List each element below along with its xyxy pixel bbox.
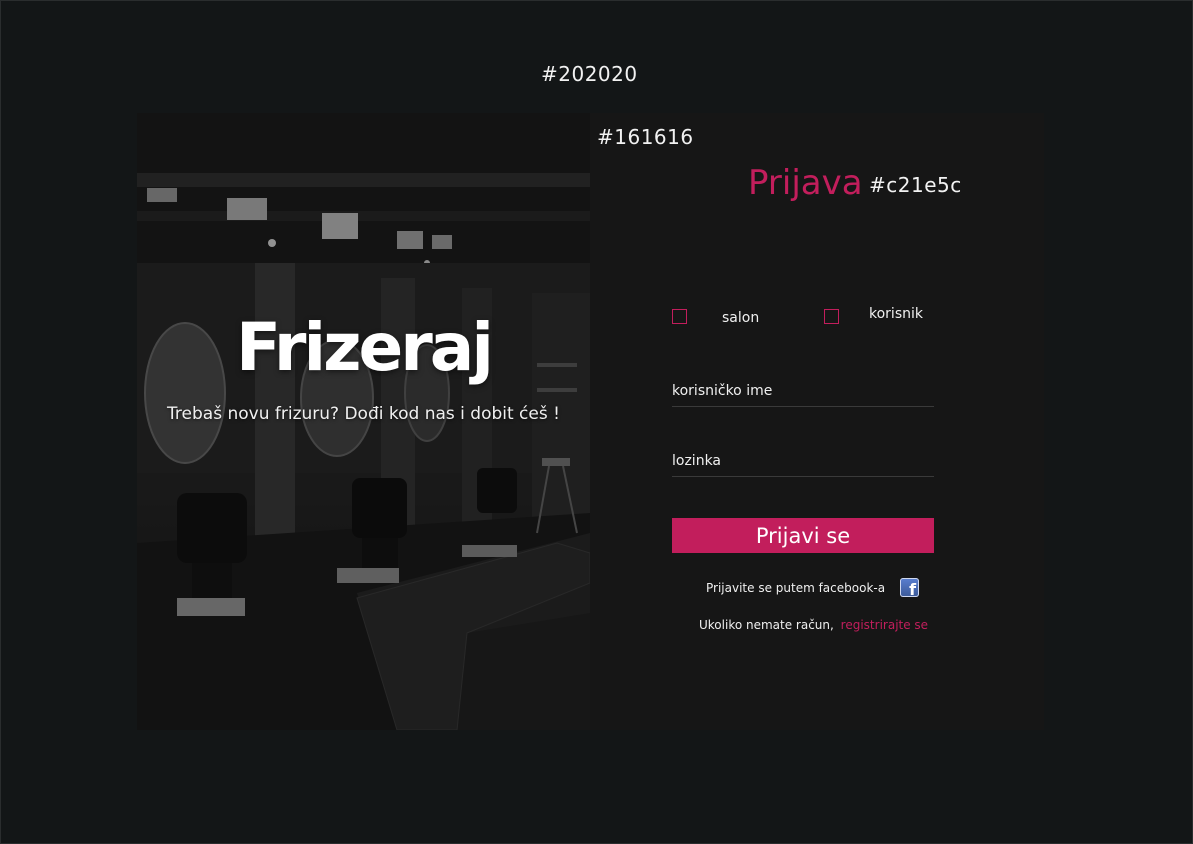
username-input[interactable] (672, 376, 934, 407)
login-button[interactable]: Prijavi se (672, 518, 934, 553)
login-card: Frizeraj Trebaš novu frizuru? Dođi kod n… (137, 113, 1044, 730)
register-link[interactable]: registrirajte se (841, 618, 928, 632)
korisnik-checkbox-label[interactable]: korisnik (869, 306, 923, 322)
facebook-login-row: Prijavite se putem facebook-a f (706, 578, 920, 598)
password-input[interactable] (672, 446, 934, 477)
register-row: Ukoliko nemate račun, registrirajte se (699, 618, 928, 632)
register-prompt: Ukoliko nemate račun, (699, 618, 834, 632)
panel-color-annotation: #161616 (597, 125, 694, 149)
background-color-annotation: #202020 (541, 62, 638, 86)
salon-checkbox-label[interactable]: salon (722, 310, 759, 326)
salon-checkbox[interactable] (672, 309, 687, 324)
korisnik-checkbox[interactable] (824, 309, 839, 324)
hero-image: Frizeraj Trebaš novu frizuru? Dođi kod n… (137, 113, 590, 730)
hero-title: Frizeraj (236, 309, 494, 386)
hero-subtitle: Trebaš novu frizuru? Dođi kod nas i dobi… (167, 404, 560, 424)
facebook-icon[interactable]: f (900, 578, 920, 598)
facebook-login-text[interactable]: Prijavite se putem facebook-a (706, 581, 885, 595)
accent-color-annotation: #c21e5c (869, 173, 962, 197)
login-title: Prijava (748, 163, 863, 203)
